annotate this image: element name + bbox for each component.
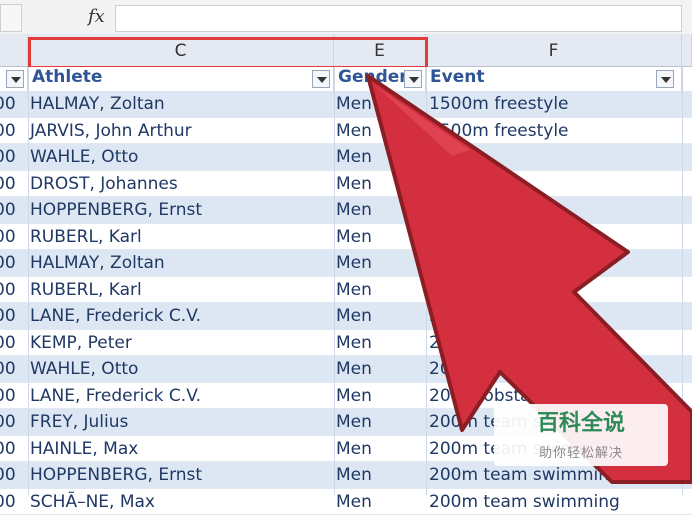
watermark-logo: 百科全说 xyxy=(502,410,660,434)
svg-text:百科全说: 百科全说 xyxy=(537,410,625,434)
watermark: 百科全说 助你轻松解决 xyxy=(494,404,668,466)
watermark-subtitle: 助你轻松解决 xyxy=(494,442,668,461)
